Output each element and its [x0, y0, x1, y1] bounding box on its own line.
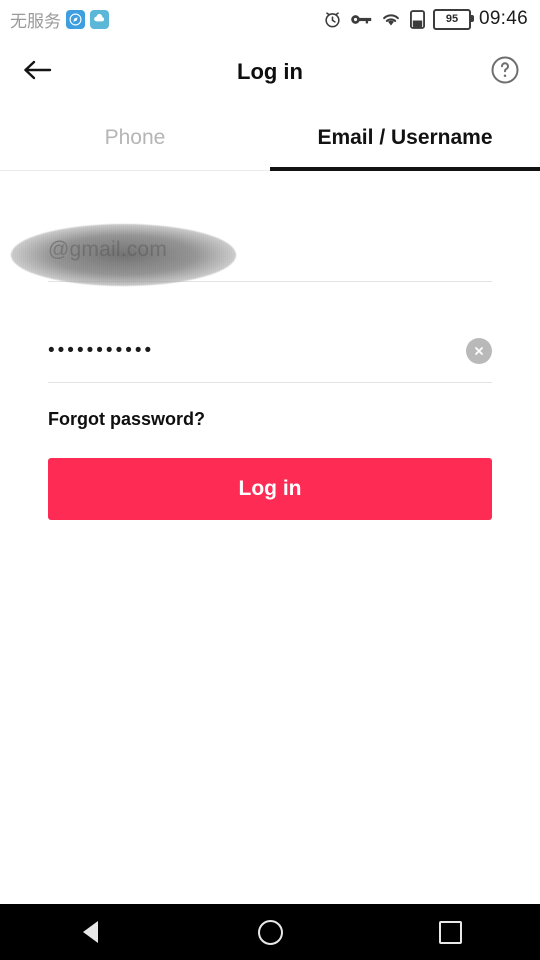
- status-bar: 无服务 95 09:46: [0, 0, 540, 38]
- password-field[interactable]: •••••••••••: [48, 320, 492, 383]
- tab-active-underline: [270, 167, 540, 171]
- log-in-button[interactable]: Log in: [48, 458, 492, 520]
- tab-email-username-label: Email / Username: [317, 126, 493, 149]
- nav-recents-button[interactable]: [420, 904, 480, 960]
- carrier-label: 无服务: [10, 11, 61, 31]
- email-field[interactable]: @gmail.com: [11, 219, 492, 286]
- tab-email-username[interactable]: Email / Username: [270, 106, 540, 171]
- home-circle-icon: [257, 919, 283, 945]
- redaction-overlay: [11, 224, 236, 286]
- nav-home-button[interactable]: [240, 904, 300, 960]
- battery-level-label: 95: [445, 12, 459, 25]
- help-button[interactable]: [488, 55, 522, 89]
- nav-back-button[interactable]: [60, 904, 120, 960]
- arrow-left-icon: [23, 58, 53, 87]
- password-field-value: •••••••••••: [48, 340, 155, 361]
- app-bar: Log in: [0, 38, 540, 106]
- close-circle-icon[interactable]: [466, 338, 492, 364]
- tab-phone[interactable]: Phone: [0, 106, 270, 170]
- help-circle-icon: [490, 55, 520, 90]
- compass-icon: [66, 9, 85, 29]
- clock-label: 09:46: [478, 8, 528, 29]
- vpn-key-icon: [350, 12, 372, 27]
- weather-icon: [90, 9, 109, 29]
- wifi-icon: [380, 11, 402, 28]
- page-title: Log in: [237, 59, 303, 84]
- battery-indicator: 95: [432, 8, 474, 30]
- status-bar-right: 95 09:46: [323, 8, 528, 30]
- back-triangle-icon: [82, 921, 98, 943]
- forgot-password-link[interactable]: Forgot password?: [48, 409, 205, 430]
- alarm-icon: [323, 10, 342, 29]
- status-bar-left: 无服务: [10, 7, 109, 32]
- login-method-tabs: Phone Email / Username: [0, 106, 540, 171]
- back-button[interactable]: [18, 52, 58, 92]
- system-navigation-bar: [0, 904, 540, 960]
- sim-card-icon: [409, 9, 425, 29]
- tab-phone-label: Phone: [104, 126, 166, 149]
- recents-square-icon: [438, 920, 462, 944]
- login-form: @gmail.com ••••••••••• Forgot password? …: [0, 219, 540, 520]
